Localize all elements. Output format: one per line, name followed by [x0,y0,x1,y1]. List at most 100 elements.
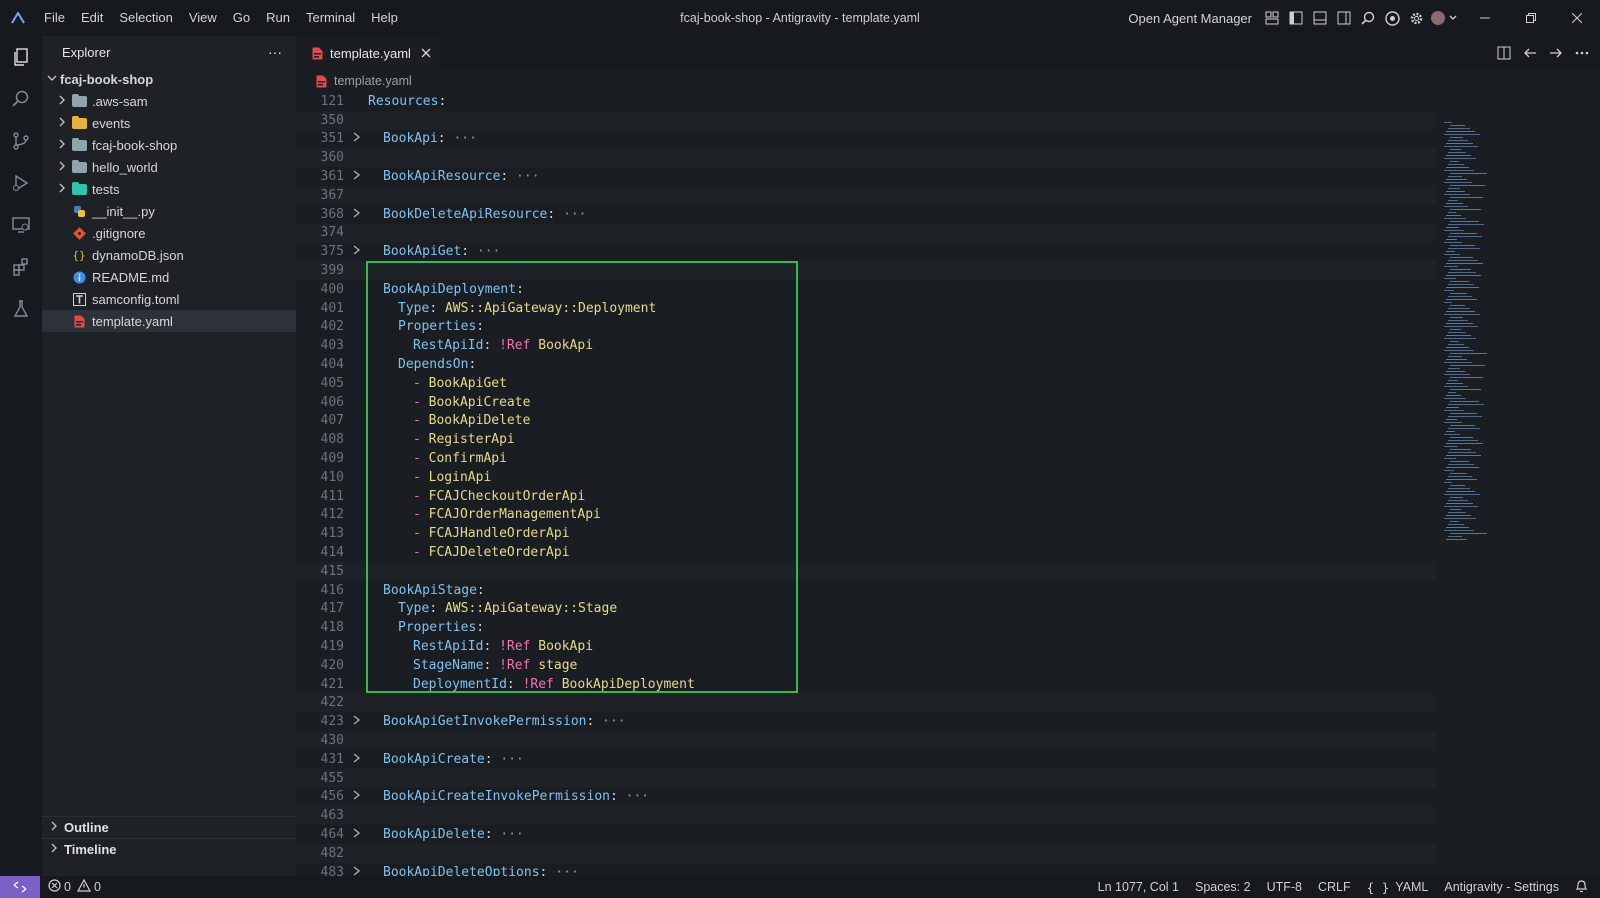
encoding[interactable]: UTF-8 [1267,880,1302,894]
minimap[interactable] [1436,92,1564,876]
tree-folder[interactable]: events [42,112,296,134]
code-line[interactable]: 423 BookApiGetInvokePermission: ··· [296,712,1436,731]
tree-file[interactable]: .gitignore [42,222,296,244]
toggle-secondary-sidebar-icon[interactable] [1332,6,1356,30]
code-line[interactable]: 464 BookApiDelete: ··· [296,825,1436,844]
tree-file[interactable]: {} dynamoDB.json [42,244,296,266]
bell-icon[interactable] [1575,879,1588,896]
code-line[interactable]: 400 BookApiDeployment: [296,280,1436,299]
tree-file[interactable]: __init__.py [42,200,296,222]
menu-help[interactable]: Help [363,0,406,36]
tab-template-yaml[interactable]: template.yaml [296,36,441,70]
cursor-position[interactable]: Ln 1077, Col 1 [1098,880,1179,894]
code-line[interactable]: 417 Type: AWS::ApiGateway::Stage [296,600,1436,619]
code-line[interactable]: 407 - BookApiDelete [296,412,1436,431]
code-line[interactable]: 351 BookApi: ··· [296,130,1436,149]
menu-selection[interactable]: Selection [111,0,180,36]
timeline-section[interactable]: Timeline [42,838,296,860]
indentation[interactable]: Spaces: 2 [1195,880,1251,894]
code-line[interactable]: 411 - FCAJCheckoutOrderApi [296,487,1436,506]
code-line[interactable]: 410 - LoginApi [296,468,1436,487]
code-line[interactable]: 416 BookApiStage: [296,581,1436,600]
code-line[interactable]: 421 DeploymentId: !Ref BookApiDeployment [296,675,1436,694]
customize-layout-icon[interactable] [1260,6,1284,30]
code-line[interactable]: 402 Properties: [296,318,1436,337]
browser-icon[interactable] [1380,6,1404,30]
fold-chevron-icon[interactable] [344,132,368,145]
problems-status[interactable]: 0 0 [48,878,101,895]
code-line[interactable]: 455 [296,768,1436,788]
code-line[interactable]: 405 - BookApiGet [296,374,1436,393]
code-line[interactable]: 431 BookApiCreate: ··· [296,750,1436,769]
code-line[interactable]: 367 [296,185,1436,205]
code-line[interactable]: 483 BookApiDeleteOptions: ··· [296,863,1436,876]
breadcrumb-file[interactable]: template.yaml [334,74,412,88]
run-debug-icon[interactable] [0,162,42,204]
tree-folder[interactable]: fcaj-book-shop [42,134,296,156]
fold-chevron-icon[interactable] [344,753,368,766]
minimize-icon[interactable] [1462,0,1508,36]
code-line[interactable]: 415 [296,561,1436,581]
code-line[interactable]: 430 [296,731,1436,750]
code-line[interactable]: 419 RestApiId: !Ref BookApi [296,637,1436,656]
code-line[interactable]: 456 BookApiCreateInvokePermission: ··· [296,787,1436,806]
source-control-icon[interactable] [0,120,42,162]
tree-file[interactable]: samconfig.toml [42,288,296,310]
remote-explorer-icon[interactable] [0,204,42,246]
fold-chevron-icon[interactable] [344,828,368,841]
code-line[interactable]: 403 RestApiId: !Ref BookApi [296,336,1436,355]
restore-icon[interactable] [1508,0,1554,36]
tree-folder[interactable]: tests [42,178,296,200]
code-line[interactable]: 374 [296,223,1436,243]
more-actions-icon[interactable] [1570,41,1594,65]
code-line[interactable]: 463 [296,806,1436,826]
testing-flask-icon[interactable] [0,288,42,330]
explorer-more-actions-icon[interactable]: ··· [268,44,282,60]
open-agent-manager-button[interactable]: Open Agent Manager [1128,11,1252,26]
search-icon[interactable] [1356,6,1380,30]
go-forward-icon[interactable] [1544,41,1568,65]
fold-chevron-icon[interactable] [344,208,368,221]
toggle-primary-sidebar-icon[interactable] [1284,6,1308,30]
code-line[interactable]: 412 - FCAJOrderManagementApi [296,506,1436,525]
code-line[interactable]: 406 - BookApiCreate [296,393,1436,412]
code-line[interactable]: 361 BookApiResource: ··· [296,167,1436,186]
end-of-line[interactable]: CRLF [1318,880,1351,894]
fold-chevron-icon[interactable] [344,866,368,876]
tree-folder[interactable]: hello_world [42,156,296,178]
code-line[interactable]: 121 Resources: [296,92,1436,111]
close-window-icon[interactable] [1554,0,1600,36]
code-line[interactable]: 413 - FCAJHandleOrderApi [296,524,1436,543]
code-line[interactable]: 482 [296,843,1436,863]
search-view-icon[interactable] [0,78,42,120]
menu-file[interactable]: File [36,0,73,36]
tree-root-folder[interactable]: fcaj-book-shop [42,68,296,90]
code-line[interactable]: 422 [296,693,1436,713]
code-line[interactable]: 414 - FCAJDeleteOrderApi [296,543,1436,562]
code-line[interactable]: 399 [296,261,1436,280]
remote-indicator-icon[interactable] [0,876,40,898]
close-tab-icon[interactable] [421,46,431,61]
extensions-icon[interactable] [0,246,42,288]
language-mode[interactable]: { } YAML [1367,880,1429,895]
fold-chevron-icon[interactable] [344,170,368,183]
explorer-icon[interactable] [0,36,42,78]
tree-folder[interactable]: .aws-sam [42,90,296,112]
settings-status[interactable]: Antigravity - Settings [1444,880,1559,894]
code-line[interactable]: 404 DependsOn: [296,355,1436,374]
tree-file[interactable]: template.yaml [42,310,296,332]
menu-run[interactable]: Run [258,0,298,36]
menu-go[interactable]: Go [225,0,258,36]
go-back-icon[interactable] [1518,41,1542,65]
split-editor-icon[interactable] [1492,41,1516,65]
menu-view[interactable]: View [181,0,225,36]
code-line[interactable]: 408 - RegisterApi [296,430,1436,449]
menu-edit[interactable]: Edit [73,0,111,36]
code-line[interactable]: 401 Type: AWS::ApiGateway::Deployment [296,299,1436,318]
menu-terminal[interactable]: Terminal [298,0,363,36]
code-line[interactable]: 420 StageName: !Ref stage [296,656,1436,675]
code-line[interactable]: 409 - ConfirmApi [296,449,1436,468]
fold-chevron-icon[interactable] [344,790,368,803]
code-line[interactable]: 368 BookDeleteApiResource: ··· [296,205,1436,224]
code-line[interactable]: 375 BookApiGet: ··· [296,242,1436,261]
